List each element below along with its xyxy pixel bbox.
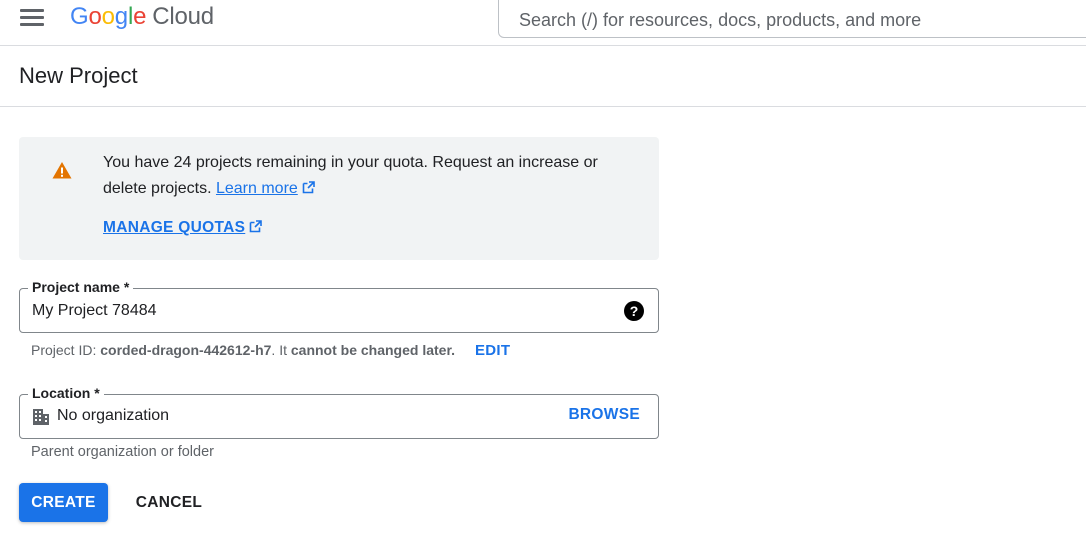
cancel-button[interactable]: CANCEL	[124, 483, 214, 522]
project-id-value: corded-dragon-442612-h7	[100, 342, 272, 358]
quota-message: You have 24 projects remaining in your q…	[103, 150, 633, 202]
edit-project-id-button[interactable]: EDIT	[475, 342, 510, 359]
manage-quotas-link[interactable]: MANAGE QUOTAS	[103, 219, 263, 237]
warning-icon	[52, 162, 72, 179]
quota-banner: You have 24 projects remaining in your q…	[19, 137, 659, 260]
external-link-icon	[249, 220, 263, 233]
project-name-field[interactable]: Project name * ?	[19, 279, 659, 333]
building-icon	[33, 409, 49, 425]
google-cloud-logo[interactable]: Go o g l e Cloud	[70, 0, 214, 34]
create-button[interactable]: CREATE	[19, 483, 108, 522]
search-box[interactable]	[498, 0, 1086, 38]
search-input[interactable]	[519, 5, 1079, 35]
project-id-text: Project ID: corded-dragon-442612-h7. It …	[31, 342, 456, 358]
page-title: New Project	[19, 63, 138, 88]
hamburger-menu-icon[interactable]	[14, 0, 50, 34]
page-header: New Project	[0, 47, 1086, 107]
location-label: Location *	[28, 385, 104, 401]
learn-more-link[interactable]: Learn more	[216, 180, 315, 197]
top-bar: Go o g l e Cloud	[0, 0, 1086, 46]
location-field[interactable]: Location * No organization BROWSE	[19, 385, 659, 439]
project-name-label: Project name *	[28, 279, 134, 295]
help-icon[interactable]: ?	[624, 301, 644, 321]
browse-button[interactable]: BROWSE	[568, 406, 640, 424]
external-link-icon	[302, 181, 315, 194]
location-value: No organization	[57, 407, 170, 424]
location-hint: Parent organization or folder	[31, 444, 214, 460]
quota-message-text: You have 24 projects remaining in your q…	[103, 154, 598, 197]
project-name-input[interactable]	[32, 300, 592, 322]
